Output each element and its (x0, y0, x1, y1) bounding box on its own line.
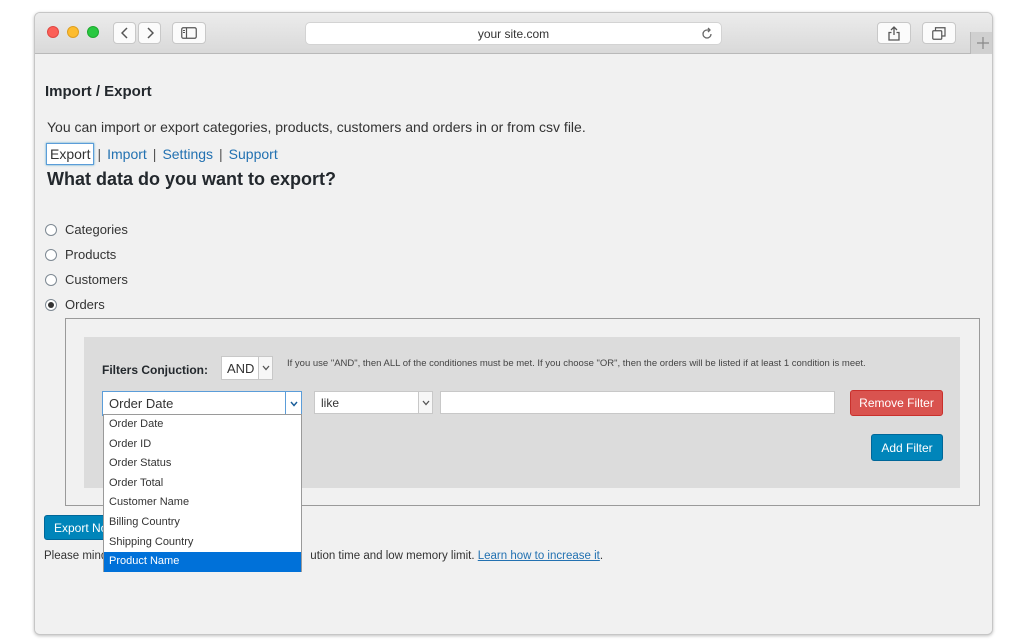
radio-label: Categories (65, 222, 128, 237)
filter-field-select[interactable]: Order Date (102, 391, 302, 416)
radio-label: Products (65, 247, 117, 262)
forward-button[interactable] (138, 22, 161, 44)
tab-support[interactable]: Support (226, 144, 281, 164)
filter-operator-select[interactable]: like (314, 391, 433, 414)
dropdown-option-order-date[interactable]: Order Date (104, 415, 301, 435)
conjunction-value: AND (227, 360, 255, 376)
reload-icon[interactable] (699, 26, 715, 42)
radio-button[interactable] (45, 298, 57, 311)
radio-label: Orders (65, 297, 105, 312)
conjunction-select[interactable]: AND (221, 356, 273, 380)
radio-products[interactable]: Products (45, 242, 128, 267)
radio-button[interactable] (45, 248, 57, 261)
note-prefix: Please mind (44, 550, 108, 562)
tab-separator: | (97, 146, 102, 162)
radio-button[interactable] (45, 223, 57, 236)
tab-separator: | (152, 146, 157, 162)
filters-conjunction-label: Filters Conjuction: (102, 363, 208, 377)
chevron-left-icon (120, 27, 128, 39)
add-filter-button[interactable]: Add Filter (871, 434, 943, 461)
section-tabs: Export | Import | Settings | Support (46, 143, 281, 165)
remove-filter-button[interactable]: Remove Filter (850, 390, 943, 416)
close-window-button[interactable] (47, 26, 59, 38)
filter-operator-value: like (321, 395, 340, 410)
filter-field-value: Order Date (109, 396, 174, 411)
page-description: You can import or export categories, pro… (47, 119, 586, 135)
sidebar-icon (181, 27, 197, 39)
zoom-window-button[interactable] (87, 26, 99, 38)
note-suffix: . (599, 550, 604, 562)
learn-more-link[interactable]: Learn how to increase it (478, 550, 600, 562)
radio-button[interactable] (45, 273, 57, 286)
minimize-window-button[interactable] (67, 26, 79, 38)
dropdown-option-customer-name[interactable]: Customer Name (104, 493, 301, 513)
dropdown-option-order-total[interactable]: Order Total (104, 474, 301, 494)
chevron-down-icon (258, 357, 272, 379)
plus-icon (976, 37, 989, 49)
chevron-down-icon (285, 392, 301, 415)
dropdown-option-product-name[interactable]: Product Name (104, 552, 301, 572)
chevron-right-icon (146, 27, 154, 39)
conjunction-hint: If you use "AND", then ALL of the condit… (287, 358, 866, 369)
chevron-down-icon (418, 392, 432, 413)
sidebar-button[interactable] (172, 22, 206, 44)
note-middle: ution time and low memory limit. (310, 550, 475, 562)
radio-categories[interactable]: Categories (45, 217, 128, 242)
share-icon (888, 25, 900, 41)
radio-label: Customers (65, 272, 128, 287)
tab-separator: | (219, 146, 223, 162)
tabs-overview-button[interactable] (922, 22, 956, 44)
dropdown-option-order-status[interactable]: Order Status (104, 454, 301, 474)
page-content: Import / Export You can import or export… (35, 55, 992, 634)
tab-import[interactable]: Import (104, 144, 150, 164)
tab-settings[interactable]: Settings (159, 144, 216, 164)
browser-window: your site.com Import / Export You can im… (34, 12, 993, 635)
back-button[interactable] (113, 22, 136, 44)
radio-customers[interactable]: Customers (45, 267, 128, 292)
dropdown-option-shipping-country[interactable]: Shipping Country (104, 533, 301, 553)
url-text: your site.com (477, 26, 550, 41)
dropdown-option-billing-country[interactable]: Billing Country (104, 513, 301, 533)
filter-value-input[interactable] (440, 391, 835, 414)
page-title: Import / Export (45, 83, 152, 100)
dropdown-option-order-id[interactable]: Order ID (104, 435, 301, 455)
new-tab-button[interactable] (970, 32, 992, 54)
tab-export[interactable]: Export (46, 143, 95, 165)
export-heading: What data do you want to export? (47, 169, 336, 189)
filter-field-dropdown: Order Date Order ID Order Status Order T… (103, 414, 302, 572)
browser-toolbar: your site.com (35, 13, 992, 54)
address-bar[interactable]: your site.com (305, 22, 722, 45)
radio-orders[interactable]: Orders (45, 292, 128, 317)
share-button[interactable] (877, 22, 911, 44)
data-type-radio-group: Categories Products Customers Orders (45, 217, 128, 317)
tabs-icon (932, 26, 946, 40)
